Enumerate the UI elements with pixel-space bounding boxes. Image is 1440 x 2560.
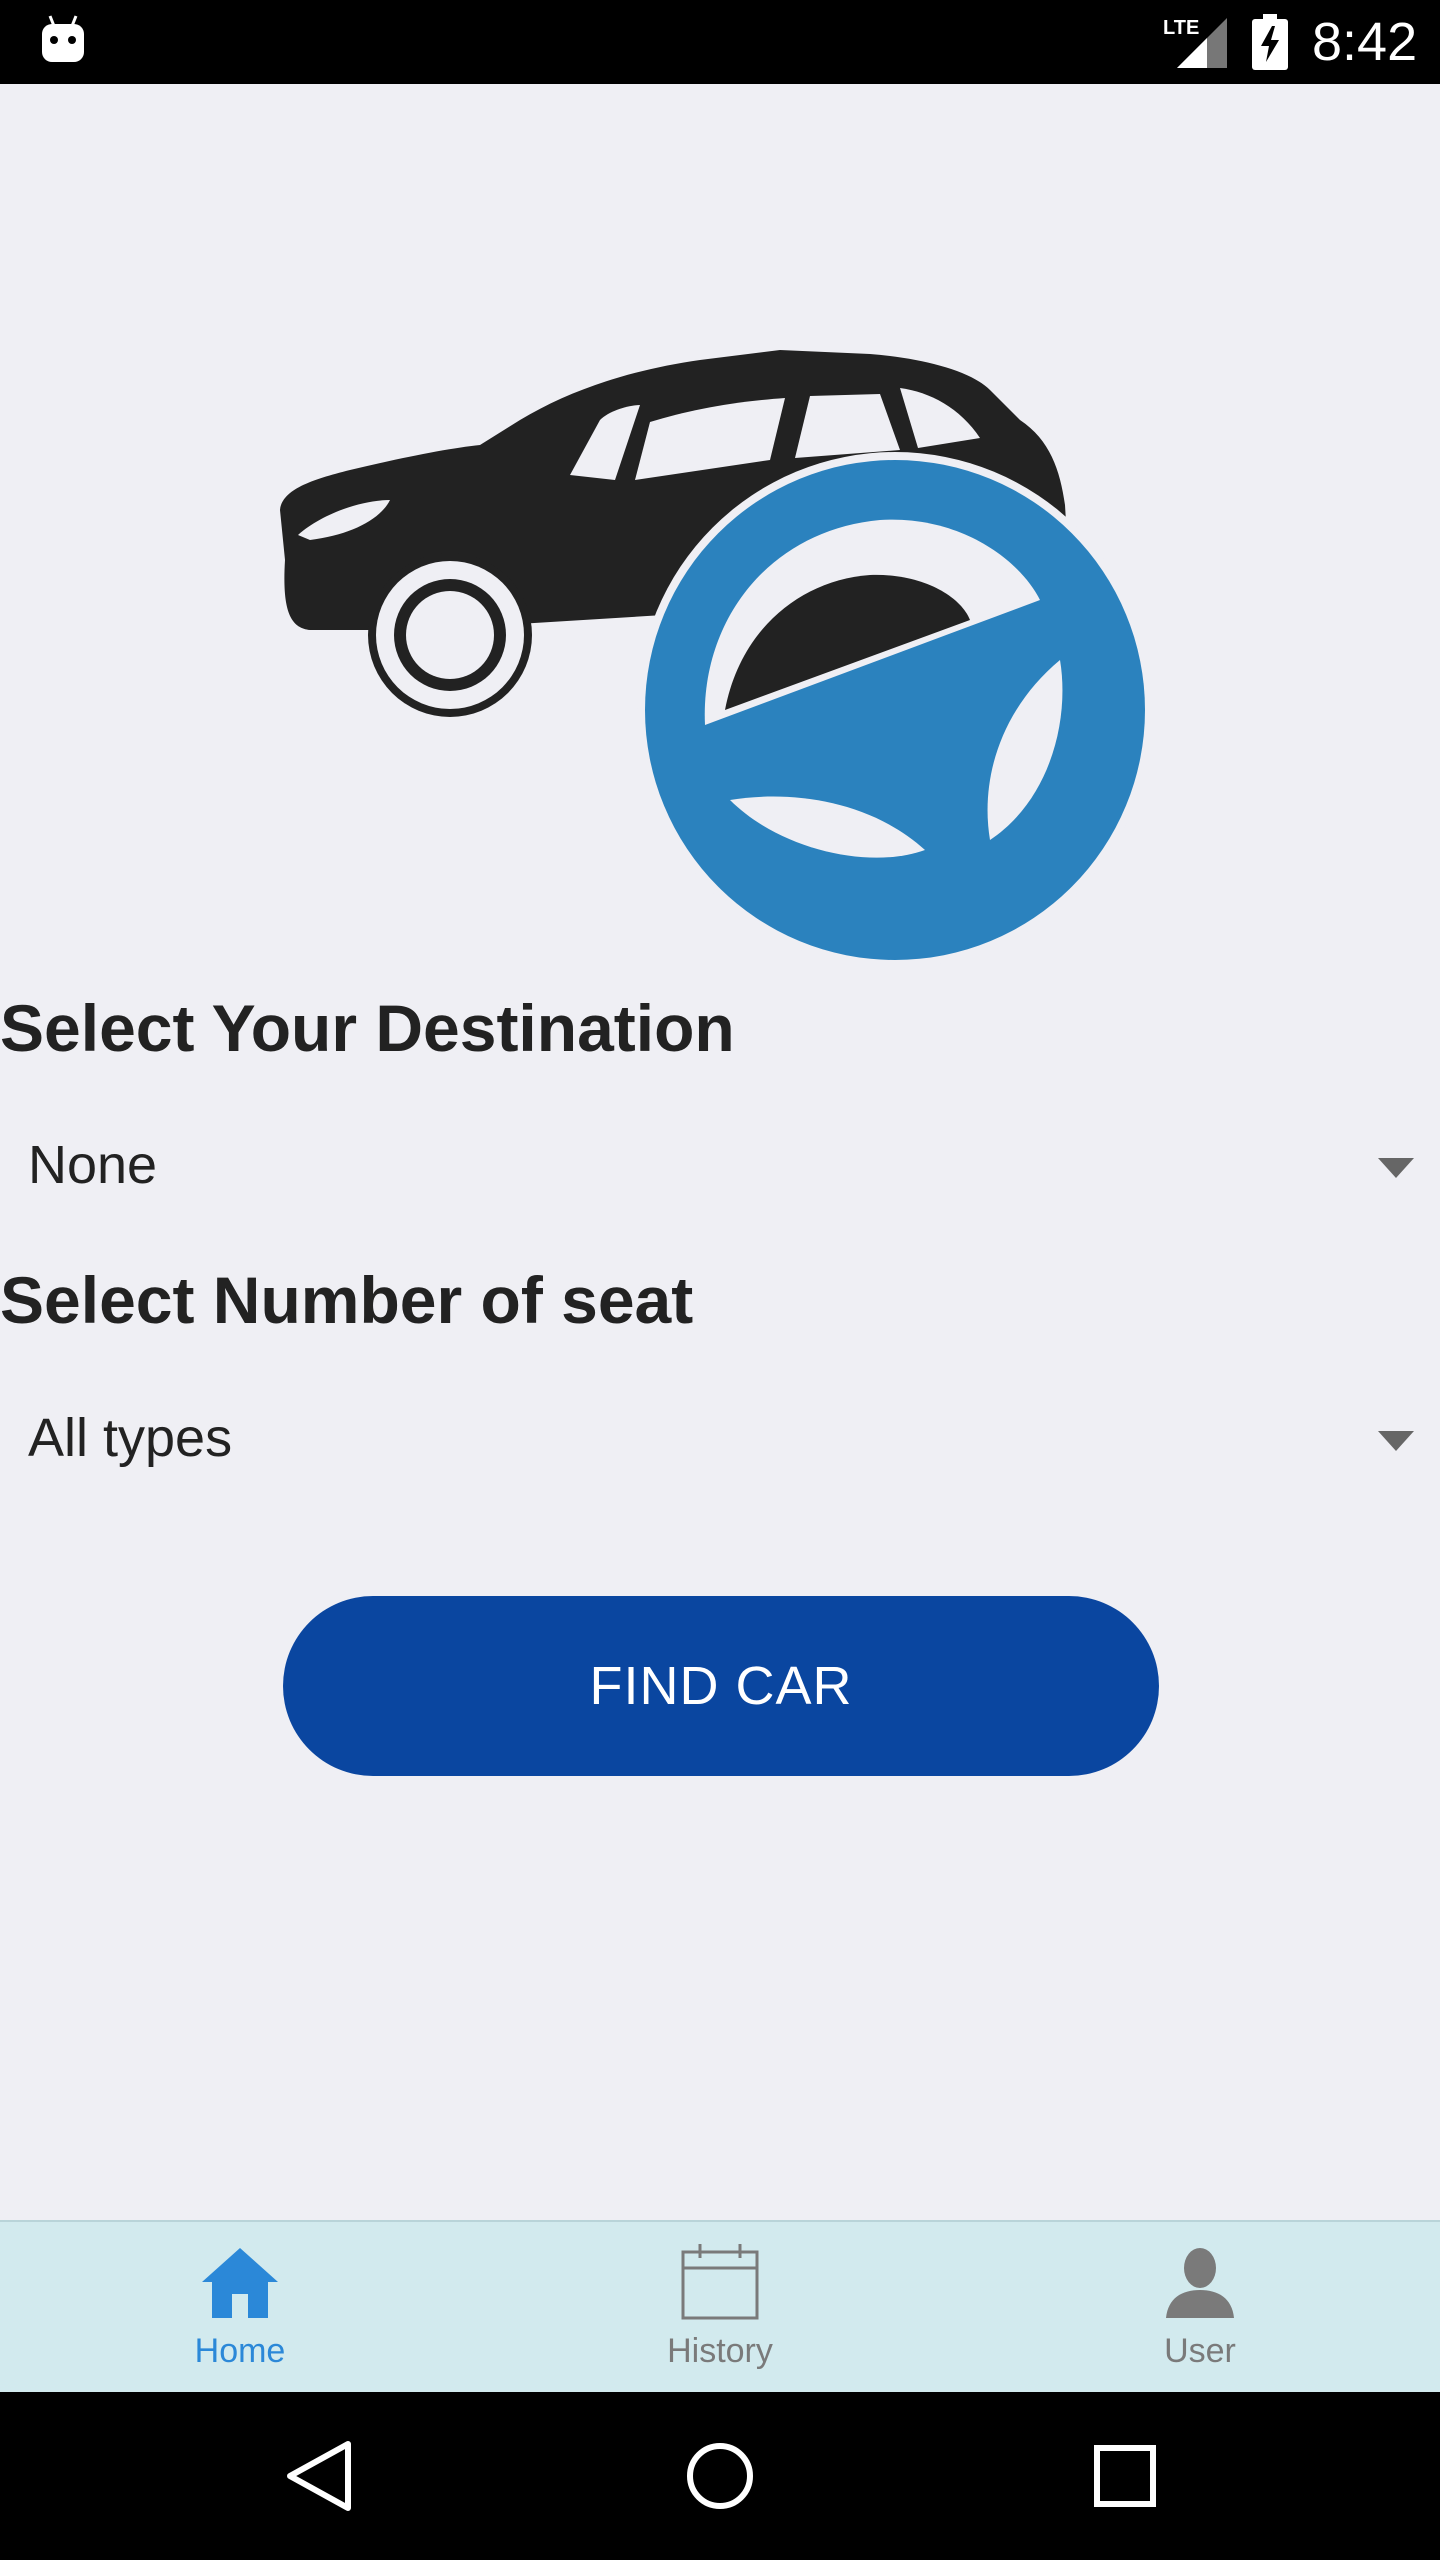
chevron-down-icon (1378, 1431, 1414, 1451)
home-icon (202, 2248, 278, 2318)
lte-signal-icon: LTE (1163, 17, 1227, 68)
tab-home[interactable]: Home (0, 2222, 480, 2394)
status-bar: LTE 8:42 (0, 0, 1440, 84)
recents-icon[interactable] (1085, 2436, 1165, 2516)
user-icon (1166, 2248, 1234, 2318)
destination-label: Select Your Destination (0, 991, 735, 1065)
find-car-button[interactable]: FIND CAR (283, 1596, 1159, 1776)
tab-history[interactable]: History (480, 2222, 960, 2394)
steering-wheel-icon (637, 452, 1153, 968)
destination-select-value: None (28, 1135, 158, 1195)
tab-bar: Home History User (0, 2220, 1440, 2392)
android-icon (42, 15, 84, 62)
tab-home-label: Home (194, 2332, 286, 2370)
screen: LTE 8:42 Select Your Destination None Se… (0, 0, 1440, 2560)
calendar-icon (681, 2244, 759, 2320)
navigation-bar (0, 2392, 1440, 2560)
svg-text:LTE: LTE (1163, 17, 1199, 39)
battery-charging-icon (1252, 14, 1288, 70)
home-circle-icon[interactable] (680, 2436, 760, 2516)
seats-select[interactable]: All types (0, 1385, 1440, 1495)
tab-user-label: User (1164, 2332, 1236, 2370)
back-icon[interactable] (278, 2436, 358, 2516)
tab-user[interactable]: User (960, 2222, 1440, 2394)
car-steering-wheel-logo (280, 350, 1153, 968)
destination-select[interactable]: None (0, 1112, 1440, 1222)
seats-label: Select Number of seat (0, 1263, 694, 1337)
status-clock: 8:42 (1312, 12, 1418, 72)
chevron-down-icon (1378, 1158, 1414, 1178)
tab-history-label: History (667, 2332, 773, 2370)
seats-select-value: All types (28, 1408, 233, 1468)
